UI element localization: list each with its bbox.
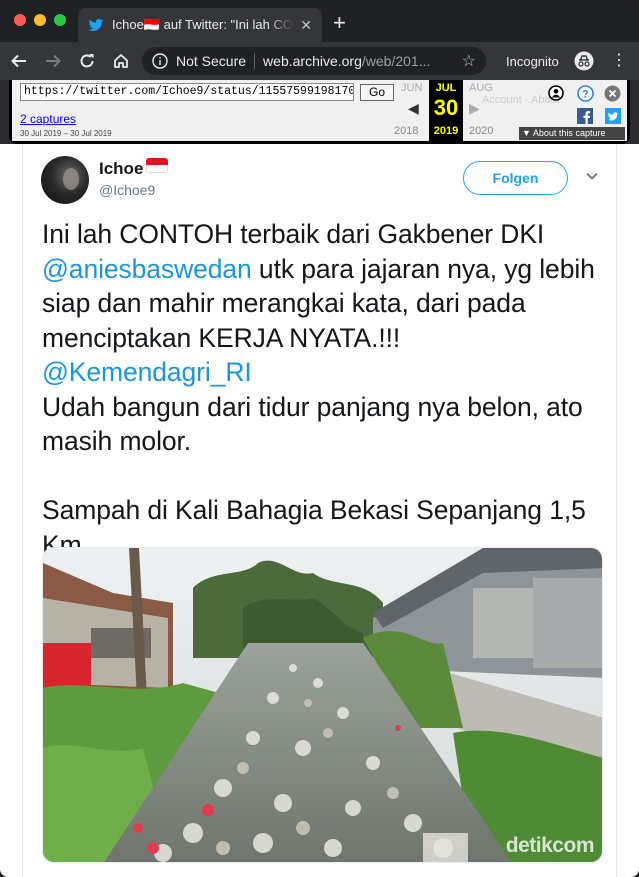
svg-text:?: ? <box>582 89 589 101</box>
tweet-text: Ini lah CONTOH terbaik dari Gakbener DKI… <box>42 217 607 562</box>
river-trash-photo <box>43 548 602 862</box>
current-month-label: JUL <box>435 82 457 94</box>
url-text[interactable]: web.archive.org/web/201... <box>263 53 456 69</box>
mention-kemendagri[interactable]: @Kemendagri_RI <box>42 357 252 387</box>
maximize-window-button[interactable] <box>54 14 66 26</box>
page-content: Ichoe @Ichoe9 Folgen Ini lah CONTOH terb… <box>0 144 639 877</box>
next-year-label[interactable]: 2020 <box>469 125 493 137</box>
author-name[interactable]: Ichoe <box>99 159 143 179</box>
chevron-down-icon[interactable] <box>585 169 599 183</box>
tab-strip: Ichoe🇮🇩 auf Twitter: "Ini lah CONTOH ✕ + <box>0 0 639 42</box>
incognito-icon[interactable] <box>574 51 594 71</box>
author-handle[interactable]: @Ichoe9 <box>99 182 155 198</box>
wayback-inner: https://twitter.com/Ichoe9/status/115575… <box>12 80 627 141</box>
tweet-text-line-3: Udah bangun dari tidur panjang nya belon… <box>42 391 583 457</box>
prev-year-label[interactable]: 2018 <box>394 125 418 137</box>
indonesia-flag-icon <box>146 157 169 173</box>
capture-date-range: 30 Jul 2019 – 30 Jul 2019 <box>20 129 112 138</box>
facebook-icon[interactable] <box>577 108 593 124</box>
tweet-photo[interactable]: detikcom <box>42 547 603 863</box>
security-label: Not Secure <box>176 53 247 69</box>
current-year-label: 2019 <box>433 125 459 137</box>
tab-twitter[interactable]: Ichoe🇮🇩 auf Twitter: "Ini lah CONTOH ✕ <box>78 8 322 42</box>
back-button[interactable] <box>4 46 34 76</box>
author-name-row: Ichoe <box>99 157 169 179</box>
twitter-bird-icon <box>88 19 104 31</box>
help-icon[interactable]: ? <box>577 85 594 102</box>
close-toolbar-icon[interactable] <box>604 85 621 102</box>
next-month-label[interactable]: AUG <box>469 82 493 94</box>
window-controls <box>14 14 66 26</box>
account-user-icon[interactable] <box>548 85 564 101</box>
address-bar[interactable]: Not Secure web.archive.org/web/201... ☆ <box>142 47 486 75</box>
forward-arrow-icon <box>46 54 61 68</box>
twitter-share-icon[interactable] <box>605 108 621 124</box>
follow-button[interactable]: Folgen <box>463 161 568 195</box>
tweet-text-line-1: Ini lah CONTOH terbaik dari Gakbener DKI <box>42 219 545 249</box>
browser-menu-icon[interactable]: ⋮ <box>611 51 627 71</box>
forward-button[interactable] <box>38 46 68 76</box>
current-capture-date: JUL 30 2019 <box>429 80 463 141</box>
minimize-window-button[interactable] <box>34 14 46 26</box>
reload-icon <box>80 54 94 68</box>
url-path: /web/201... <box>361 53 431 69</box>
captures-link[interactable]: 2 captures <box>20 112 76 126</box>
omnibox-divider <box>254 53 256 69</box>
wayback-toolbar: https://twitter.com/Ichoe9/status/115575… <box>9 80 630 144</box>
url-host: web.archive.org <box>263 53 362 69</box>
tab-title: Ichoe🇮🇩 auf Twitter: "Ini lah CONTOH <box>112 17 294 32</box>
back-arrow-icon <box>11 54 26 68</box>
photo-watermark: detikcom <box>505 834 595 857</box>
wayback-url-input[interactable]: https://twitter.com/Ichoe9/status/115575… <box>20 83 354 101</box>
home-button[interactable] <box>106 46 136 76</box>
wayback-go-button[interactable]: Go <box>360 84 394 101</box>
incognito-label: Incognito <box>506 54 559 69</box>
bookmark-star-icon[interactable]: ☆ <box>462 51 476 71</box>
close-window-button[interactable] <box>14 14 26 26</box>
mention-aniesbaswedan[interactable]: @aniesbaswedan <box>42 254 252 284</box>
current-day-label: 30 <box>433 95 459 120</box>
tab-close-icon[interactable]: ✕ <box>300 17 312 34</box>
reload-button[interactable] <box>72 46 102 76</box>
avatar[interactable] <box>41 156 89 204</box>
about-capture-button[interactable]: ▼ About this capture <box>519 127 625 140</box>
avatar-face <box>63 168 79 190</box>
browser-toolbar: Not Secure web.archive.org/web/201... ☆ … <box>0 42 639 80</box>
prev-month-label[interactable]: JUN <box>401 82 422 94</box>
browser-window: Ichoe🇮🇩 auf Twitter: "Ini lah CONTOH ✕ +… <box>0 0 639 877</box>
prev-capture-arrow-icon[interactable]: ◀ <box>408 100 419 117</box>
tweet-card: Ichoe @Ichoe9 Folgen Ini lah CONTOH terb… <box>22 144 617 877</box>
info-icon[interactable] <box>152 53 168 69</box>
next-capture-arrow-icon[interactable]: ▶ <box>469 100 480 117</box>
home-icon <box>114 54 128 68</box>
new-tab-button[interactable]: + <box>333 12 346 34</box>
